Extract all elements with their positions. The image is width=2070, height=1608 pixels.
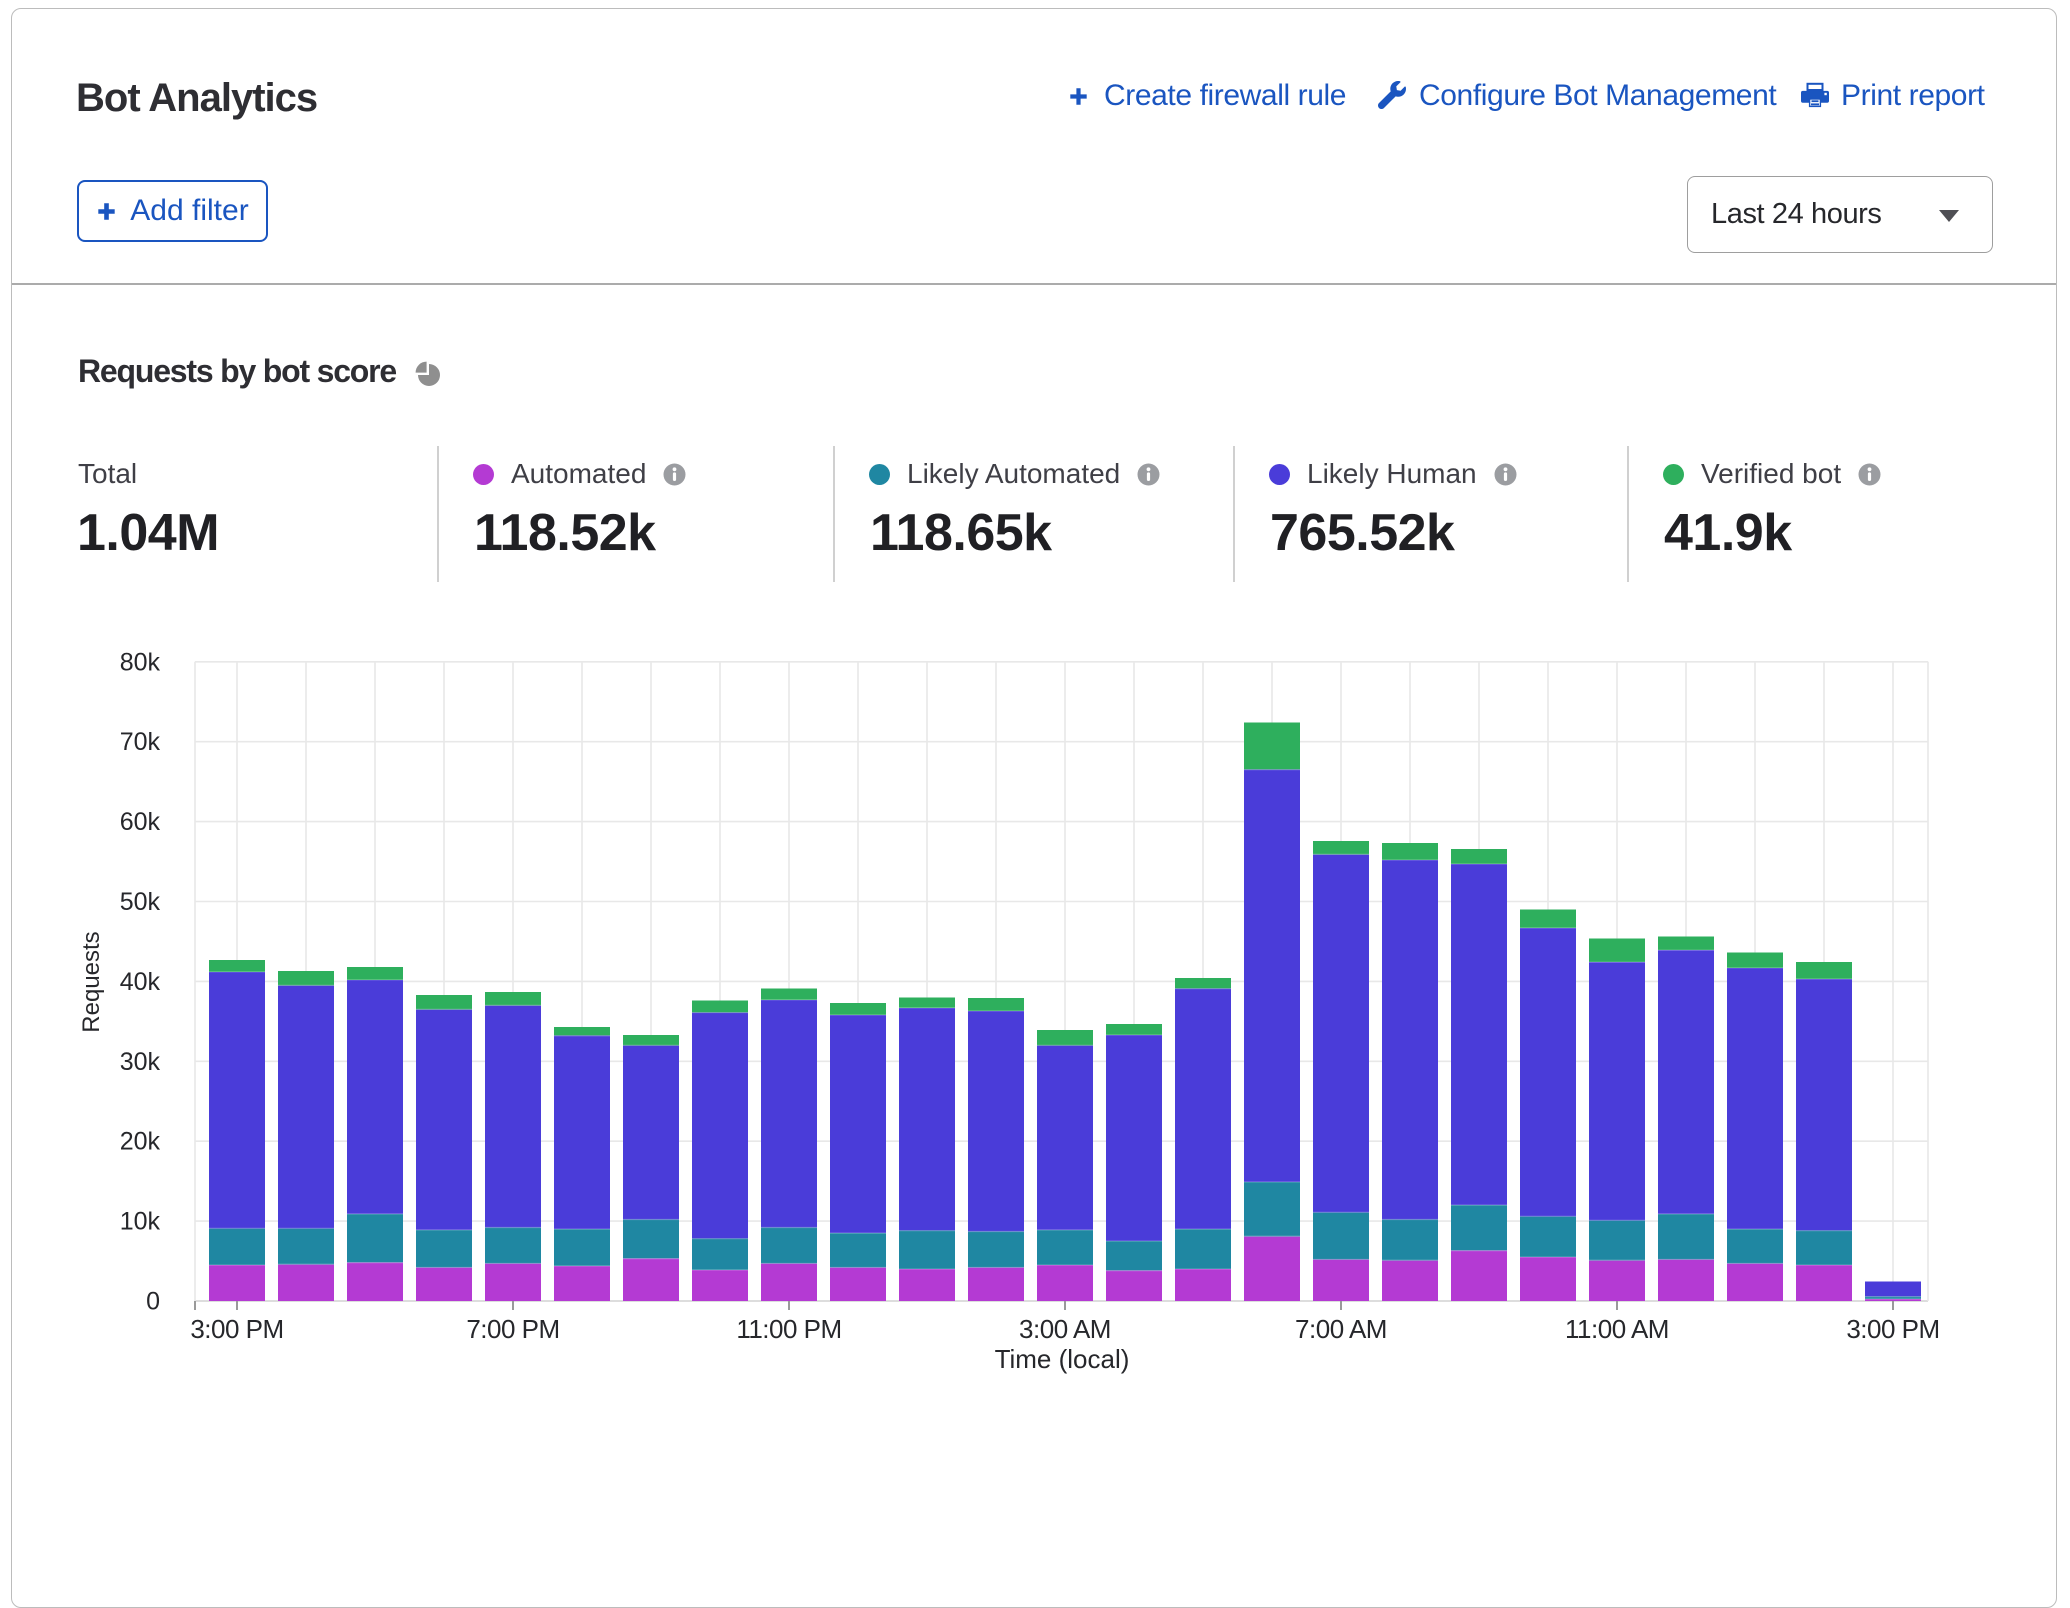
svg-text:0: 0 — [146, 1288, 160, 1316]
svg-text:30k: 30k — [120, 1048, 161, 1076]
svg-text:50k: 50k — [120, 888, 161, 916]
svg-text:3:00 AM: 3:00 AM — [1019, 1314, 1111, 1344]
svg-text:Requests: Requests — [78, 931, 105, 1032]
svg-text:7:00 PM: 7:00 PM — [466, 1314, 559, 1344]
svg-text:3:00 PM: 3:00 PM — [1846, 1314, 1939, 1344]
svg-text:11:00 PM: 11:00 PM — [736, 1314, 841, 1344]
svg-text:70k: 70k — [120, 728, 161, 756]
svg-text:60k: 60k — [120, 808, 161, 836]
svg-text:Time (local): Time (local) — [995, 1344, 1130, 1374]
svg-text:7:00 AM: 7:00 AM — [1295, 1314, 1387, 1344]
svg-text:10k: 10k — [120, 1208, 161, 1236]
svg-text:3:00 PM: 3:00 PM — [190, 1314, 283, 1344]
svg-text:80k: 80k — [120, 648, 161, 676]
svg-text:11:00 AM: 11:00 AM — [1565, 1314, 1669, 1344]
svg-text:20k: 20k — [120, 1128, 161, 1156]
svg-text:40k: 40k — [120, 968, 161, 996]
